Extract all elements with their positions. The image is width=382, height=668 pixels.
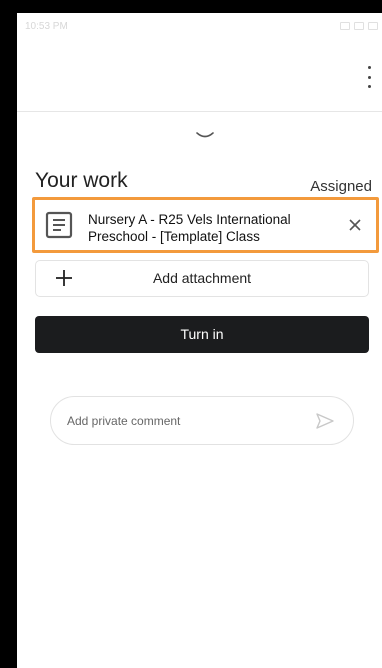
status-icons: [340, 22, 378, 30]
attachment-title[interactable]: Nursery A - R25 Vels International Presc…: [88, 211, 328, 245]
more-options-icon[interactable]: [362, 66, 376, 88]
wifi-icon: [354, 22, 364, 30]
private-comment-box[interactable]: [50, 396, 354, 445]
signal-icon: [340, 22, 350, 30]
assignment-status: Assigned: [310, 178, 372, 195]
turn-in-button[interactable]: Turn in: [35, 316, 369, 353]
add-attachment-label: Add attachment: [152, 270, 252, 286]
app-screen: 10:53 PM Your work Assigned Nursery A - …: [17, 13, 382, 668]
battery-icon: [368, 22, 378, 30]
your-work-heading: Your work: [35, 169, 128, 192]
add-attachment-button[interactable]: Add attachment: [35, 260, 369, 297]
status-time: 10:53 PM: [25, 20, 68, 32]
private-comment-input[interactable]: [67, 411, 297, 431]
close-icon[interactable]: [347, 217, 363, 233]
attachment-card[interactable]: Nursery A - R25 Vels International Presc…: [32, 197, 379, 253]
status-bar: 10:53 PM: [17, 13, 382, 39]
send-icon[interactable]: [315, 412, 335, 430]
divider: [17, 111, 382, 112]
document-icon: [45, 211, 73, 239]
collapse-chevron-icon[interactable]: [195, 131, 215, 141]
